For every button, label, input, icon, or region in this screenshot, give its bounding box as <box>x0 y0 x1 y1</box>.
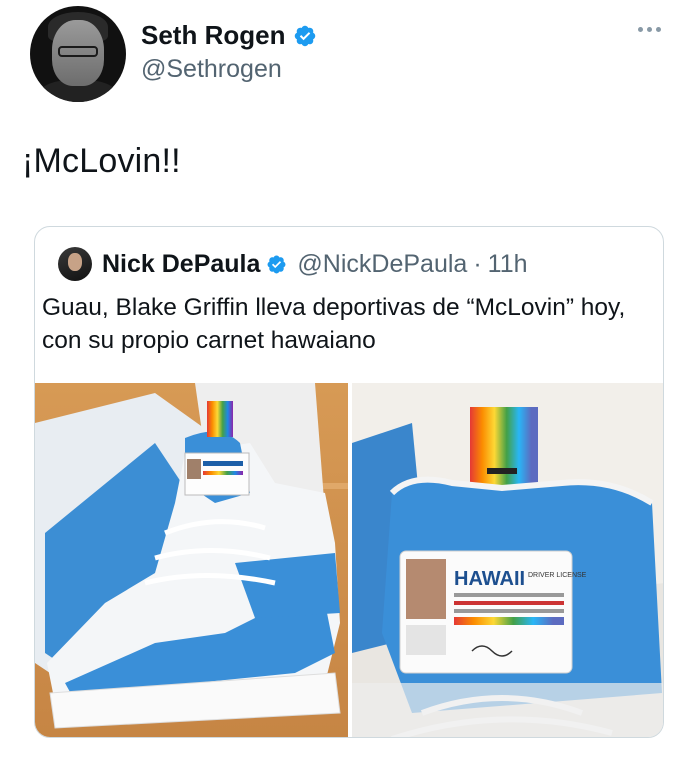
quoted-author-avatar[interactable] <box>58 247 92 281</box>
more-options-icon[interactable] <box>638 24 664 34</box>
quoted-tweet-card[interactable]: Nick DePaula @NickDePaula · 11h Guau, Bl… <box>34 226 664 738</box>
quoted-tweet-time[interactable]: 11h <box>488 250 528 279</box>
quoted-tweet-text: Guau, Blake Griffin lleva deportivas de … <box>42 294 626 354</box>
tweet-author-avatar[interactable] <box>30 6 126 102</box>
tweet-author-handle[interactable]: @Sethrogen <box>141 55 282 84</box>
license-type-text: DRIVER LICENSE <box>528 572 587 579</box>
quoted-author-name[interactable]: Nick DePaula <box>102 250 260 279</box>
tweet-author-name[interactable]: Seth Rogen <box>141 20 285 51</box>
quoted-author-handle[interactable]: @NickDePaula <box>297 250 467 279</box>
sneaker-photo-left[interactable] <box>35 383 348 737</box>
tweet-text: ¡McLovin!! <box>22 142 181 180</box>
tweet-author-row: Seth Rogen <box>141 20 317 51</box>
license-state-text: HAWAII <box>454 568 525 590</box>
separator-dot: · <box>473 249 482 278</box>
quoted-tweet-header: Nick DePaula @NickDePaula · 11h <box>58 247 528 281</box>
quoted-tweet-media: HAWAII DRIVER LICENSE <box>35 383 663 737</box>
verified-badge-icon <box>267 255 286 273</box>
verified-badge-icon <box>295 25 316 46</box>
sneaker-photo-right[interactable]: HAWAII DRIVER LICENSE <box>352 383 663 737</box>
